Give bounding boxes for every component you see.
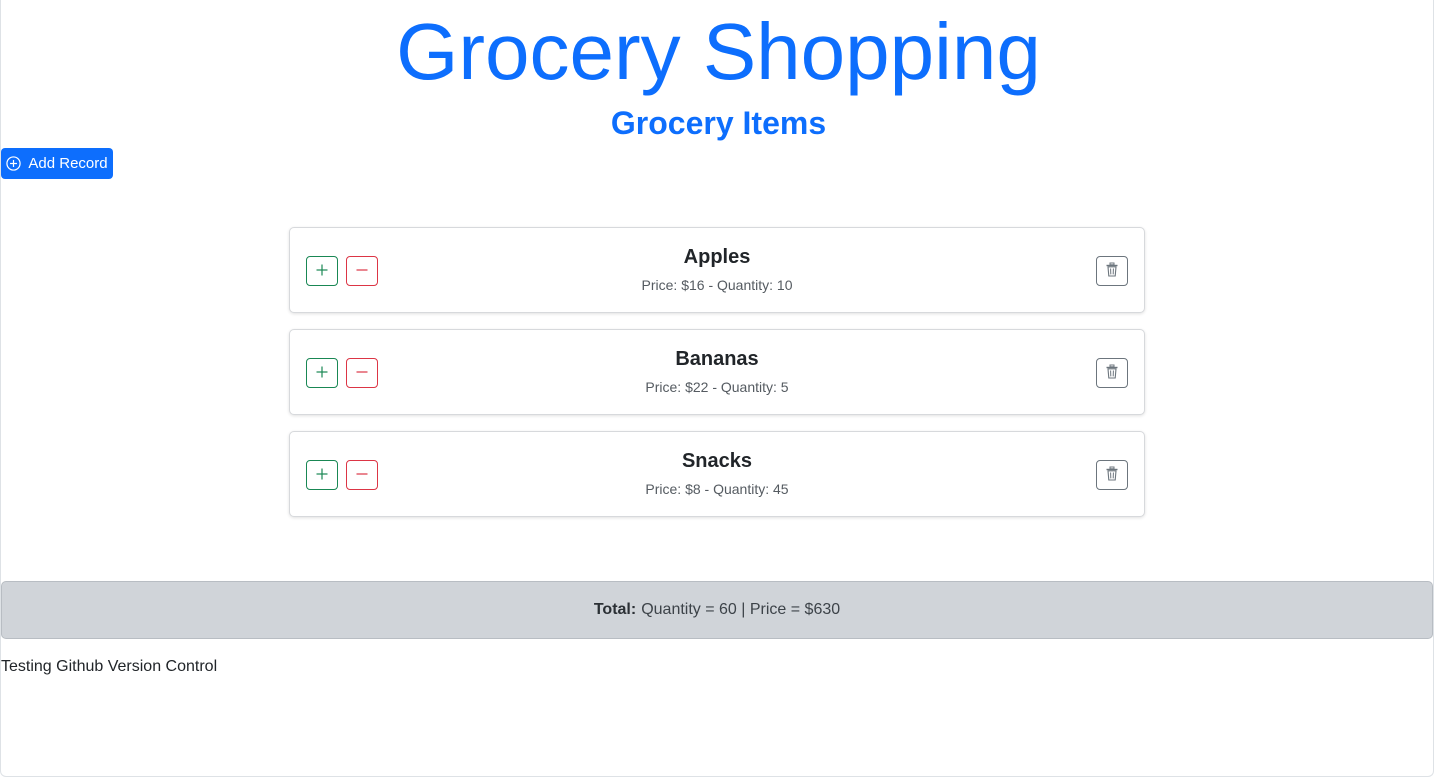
item-price-quantity: Price: $8 - Quantity: 45 — [645, 481, 789, 497]
increase-quantity-button[interactable] — [306, 358, 338, 388]
item-name: Bananas — [675, 348, 759, 370]
decrease-quantity-button[interactable] — [346, 460, 378, 490]
section-title: Grocery Items — [610, 105, 827, 141]
item-price-quantity: Price: $16 - Quantity: 10 — [641, 277, 793, 293]
item-price-quantity: Price: $22 - Quantity: 5 — [645, 379, 789, 395]
grocery-item-card: Apples Price: $16 - Quantity: 10 — [289, 227, 1145, 313]
trash-icon — [1105, 262, 1119, 280]
total-summary: Quantity = 60 | Price = $630 — [641, 601, 841, 618]
trash-icon — [1105, 466, 1119, 484]
decrease-quantity-button[interactable] — [346, 256, 378, 286]
page-title: Grocery Shopping — [396, 7, 1041, 96]
delete-item-button[interactable] — [1096, 460, 1128, 490]
plus-circle-icon — [6, 156, 22, 171]
grocery-item-card: Snacks Price: $8 - Quantity: 45 — [289, 431, 1145, 517]
totals-bar: Total: Quantity = 60 | Price = $630 — [1, 581, 1433, 639]
minus-icon — [355, 467, 369, 484]
plus-icon — [315, 263, 329, 280]
add-record-button[interactable]: Add Record — [1, 148, 113, 179]
add-record-label: Add Record — [28, 155, 108, 172]
minus-icon — [355, 263, 369, 280]
grocery-item-card: Bananas Price: $22 - Quantity: 5 — [289, 329, 1145, 415]
item-name: Apples — [683, 246, 751, 268]
plus-icon — [315, 467, 329, 484]
delete-item-button[interactable] — [1096, 358, 1128, 388]
total-label: Total: — [593, 601, 637, 618]
trash-icon — [1105, 364, 1119, 382]
item-name: Snacks — [681, 450, 753, 472]
delete-item-button[interactable] — [1096, 256, 1128, 286]
grocery-list: Apples Price: $16 - Quantity: 10 Bananas… — [289, 227, 1145, 533]
plus-icon — [315, 365, 329, 382]
decrease-quantity-button[interactable] — [346, 358, 378, 388]
increase-quantity-button[interactable] — [306, 460, 338, 490]
footer-note: Testing Github Version Control — [1, 658, 218, 675]
minus-icon — [355, 365, 369, 382]
increase-quantity-button[interactable] — [306, 256, 338, 286]
